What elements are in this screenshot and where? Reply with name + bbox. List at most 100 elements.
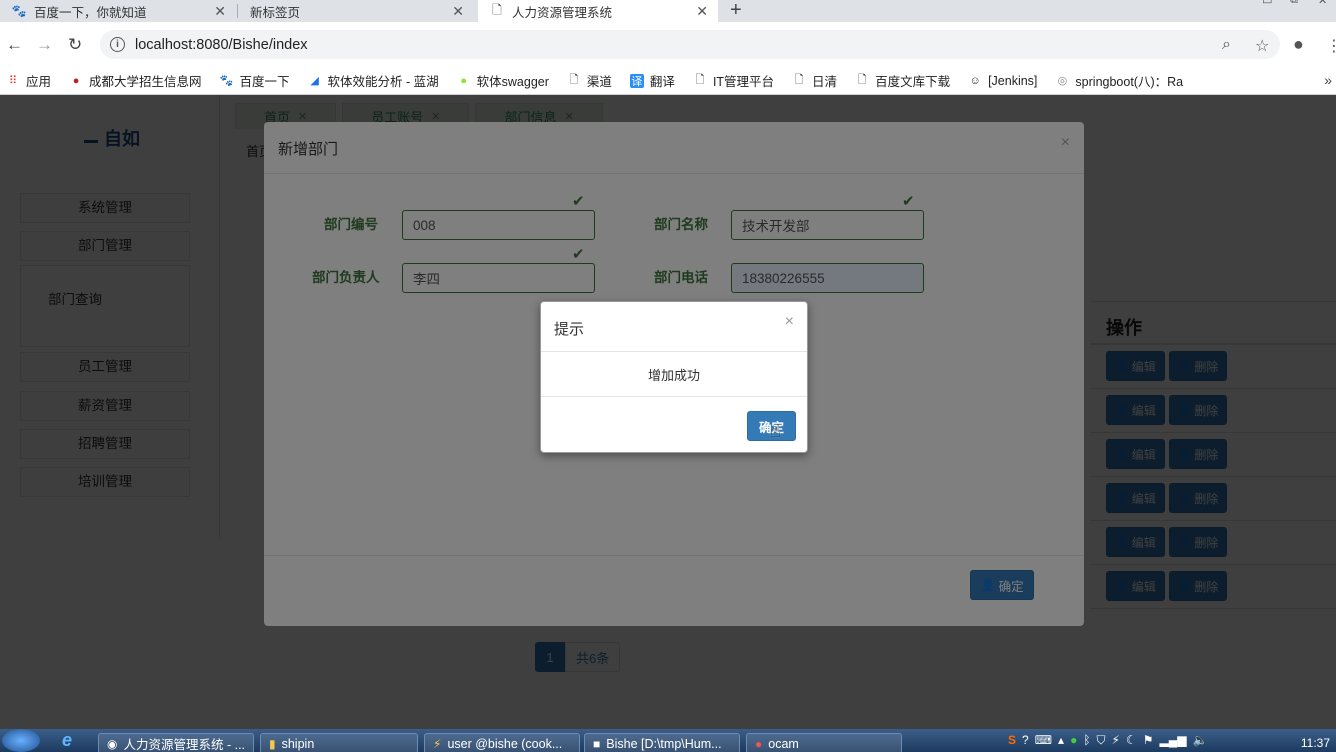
hand-cursor-icon: ☝: [770, 421, 781, 441]
bookmark-label: 日清: [812, 75, 838, 89]
document-icon: 🗋: [857, 74, 867, 86]
system-clock: 11:37: [1300, 736, 1330, 750]
window-close-icon[interactable]: ✕: [1318, 0, 1327, 8]
ie-icon[interactable]: e: [62, 730, 72, 751]
power-icon[interactable]: ⚡: [1112, 733, 1120, 748]
restore-icon[interactable]: ⧉: [1290, 0, 1298, 8]
paw-icon: 🐾: [219, 75, 234, 87]
bookmark-lanhu[interactable]: ◢ 软体效能分析 - 蓝湖: [308, 71, 439, 90]
address-bar-row: ← → ↻ i localhost:8080/Bishe/index ⌕ ☆ ●…: [0, 22, 1336, 67]
browser-tab-strip: 🐾 百度一下，你就知道 ✕ 新标签页 ✕ 🗋 人力资源管理系统 ✕ + ▭ ⧉ …: [0, 0, 1336, 22]
bluetooth-icon[interactable]: ᛒ: [1083, 733, 1090, 748]
url-text: localhost:8080/Bishe/index: [135, 36, 308, 53]
shield-icon[interactable]: ⛉: [1097, 733, 1106, 748]
close-icon[interactable]: ✕: [696, 3, 708, 20]
taskbar-item-label: Bishe [D:\tmp\Hum...: [606, 736, 722, 751]
bookmark-it-platform[interactable]: 🗋 IT管理平台: [693, 71, 775, 90]
close-icon[interactable]: ✕: [452, 3, 464, 20]
swagger-icon: ●: [460, 74, 467, 87]
taskbar-item-label: shipin: [281, 736, 315, 751]
forward-arrow-icon[interactable]: →: [36, 35, 53, 55]
menu-dots-icon[interactable]: ⋮: [1326, 36, 1336, 56]
bookmark-riqing[interactable]: 🗋 日清: [792, 71, 837, 90]
bookmark-label: 软体效能分析 - 蓝湖: [327, 75, 439, 89]
new-tab-button[interactable]: +: [730, 0, 742, 22]
bookmark-label: 应用: [26, 75, 52, 89]
bookmark-label: 成都大学招生信息网: [89, 75, 202, 89]
reload-icon[interactable]: ↻: [68, 35, 82, 55]
system-tray: S ? ⌨ ▴ ● ᛒ ⛉ ⚡ ☾ ⚑ ▂▄▆ 🔈: [1008, 733, 1213, 748]
browser-tab-hr-system[interactable]: 🗋 人力资源管理系统 ✕: [478, 0, 718, 22]
bookmark-label: 翻译: [649, 75, 675, 89]
taskbar-item-folder[interactable]: ▮ shipin: [260, 733, 418, 752]
network-icon[interactable]: ▂▄▆: [1160, 733, 1187, 748]
close-icon[interactable]: ✕: [214, 3, 226, 20]
taskbar-item-idea[interactable]: ■ Bishe [D:\tmp\Hum...: [584, 733, 740, 752]
university-icon: ●: [72, 74, 80, 87]
bookmark-label: [Jenkins]: [988, 73, 1038, 88]
taskbar-item-chrome[interactable]: ◉ 人力资源管理系统 - ...: [98, 733, 254, 752]
lanhu-icon: ◢: [310, 75, 319, 87]
bookmarks-bar: ⠿ 应用 ● 成都大学招生信息网 🐾 百度一下 ◢ 软体效能分析 - 蓝湖 ● 软体swa…: [0, 67, 1336, 95]
keyboard-icon[interactable]: ⌨: [1035, 733, 1052, 748]
site-info-icon[interactable]: i: [110, 37, 125, 52]
tab-title: 人力资源管理系统: [512, 5, 613, 20]
volume-icon[interactable]: 🔈: [1192, 733, 1207, 748]
jenkins-icon: ☺: [969, 74, 981, 87]
chrome-icon: ◉: [107, 736, 118, 751]
profile-avatar-icon[interactable]: ●: [1293, 34, 1304, 55]
apps-grid-icon: ⠿: [8, 75, 18, 87]
bookmark-star-icon[interactable]: ☆: [1255, 36, 1269, 56]
taskbar-item-label: user @bishe (cook...: [447, 736, 563, 751]
page-content: 自如 系统管理 部门管理 部门查询 员工管理 薪资管理 招聘管理 培训管理 首页…: [0, 95, 1336, 729]
bookmark-baidu[interactable]: 🐾 百度一下: [220, 71, 290, 90]
alert-message: 增加成功: [541, 352, 807, 397]
bookmark-label: 渠道: [586, 75, 612, 89]
folder-icon: ▮: [269, 736, 276, 751]
paw-icon: 🐾: [11, 4, 27, 18]
close-icon[interactable]: ×: [785, 313, 794, 331]
taskbar-item-terminal[interactable]: ⚡ user @bishe (cook...: [424, 733, 580, 752]
bookmark-apps[interactable]: ⠿ 应用: [6, 71, 51, 90]
flag-icon[interactable]: ⚑: [1143, 733, 1154, 748]
taskbar-item-ocam[interactable]: ● ocam: [746, 733, 902, 752]
ocam-icon: ●: [755, 736, 763, 751]
bookmark-wenku[interactable]: 🗋 百度文库下载: [855, 71, 950, 90]
terminal-icon: ⚡: [433, 736, 442, 751]
arrow-up-icon[interactable]: ▴: [1058, 733, 1064, 748]
url-omnibox[interactable]: i localhost:8080/Bishe/index: [100, 30, 1280, 59]
bookmark-label: springboot(八)：Ra: [1075, 75, 1184, 89]
tab-title: 新标签页: [250, 5, 301, 20]
windows-taskbar: e ◉ 人力资源管理系统 - ... ▮ shipin ⚡ user @bishe (…: [0, 729, 1336, 752]
bookmark-label: 软体swagger: [476, 75, 549, 89]
minimize-icon[interactable]: ▭: [1262, 0, 1272, 8]
bookmark-cdu[interactable]: ● 成都大学招生信息网: [69, 71, 202, 90]
translate-icon: 译: [629, 73, 644, 88]
tab-title: 百度一下，你就知道: [34, 5, 147, 20]
document-icon: 🗋: [492, 2, 502, 17]
browser-tab-newtab[interactable]: 新标签页 ✕: [238, 0, 474, 22]
start-button[interactable]: [2, 729, 40, 752]
bookmark-springboot[interactable]: ◎ springboot(八)：Ra: [1055, 71, 1184, 90]
success-alert-dialog: 提示 × 增加成功 确定: [540, 301, 808, 453]
document-icon: 🗋: [794, 74, 804, 86]
sogou-icon[interactable]: S: [1008, 733, 1016, 748]
bookmark-translate[interactable]: 译翻译: [629, 71, 675, 90]
bookmark-jenkins[interactable]: ☺ [Jenkins]: [968, 74, 1037, 88]
springboot-icon: ◎: [1057, 75, 1068, 87]
bookmark-label: 百度一下: [239, 75, 290, 89]
zoom-icon[interactable]: ⌕: [1222, 36, 1231, 54]
moon-icon[interactable]: ☾: [1126, 733, 1137, 748]
bookmark-swagger[interactable]: ● 软体swagger: [457, 71, 549, 90]
wechat-icon[interactable]: ●: [1070, 733, 1077, 748]
bookmark-channel[interactable]: 🗋 渠道: [567, 71, 612, 90]
alert-title: 提示: [541, 302, 807, 352]
bookmark-label: 百度文库下载: [875, 75, 951, 89]
back-arrow-icon[interactable]: ←: [6, 35, 23, 55]
help-icon[interactable]: ?: [1022, 733, 1029, 748]
document-icon: 🗋: [695, 74, 705, 86]
bookmarks-overflow-button[interactable]: »: [1324, 72, 1332, 88]
browser-tab-baidu[interactable]: 🐾 百度一下，你就知道 ✕: [0, 0, 236, 22]
taskbar-item-label: ocam: [768, 736, 799, 751]
taskbar-item-label: 人力资源管理系统 - ...: [123, 738, 246, 752]
